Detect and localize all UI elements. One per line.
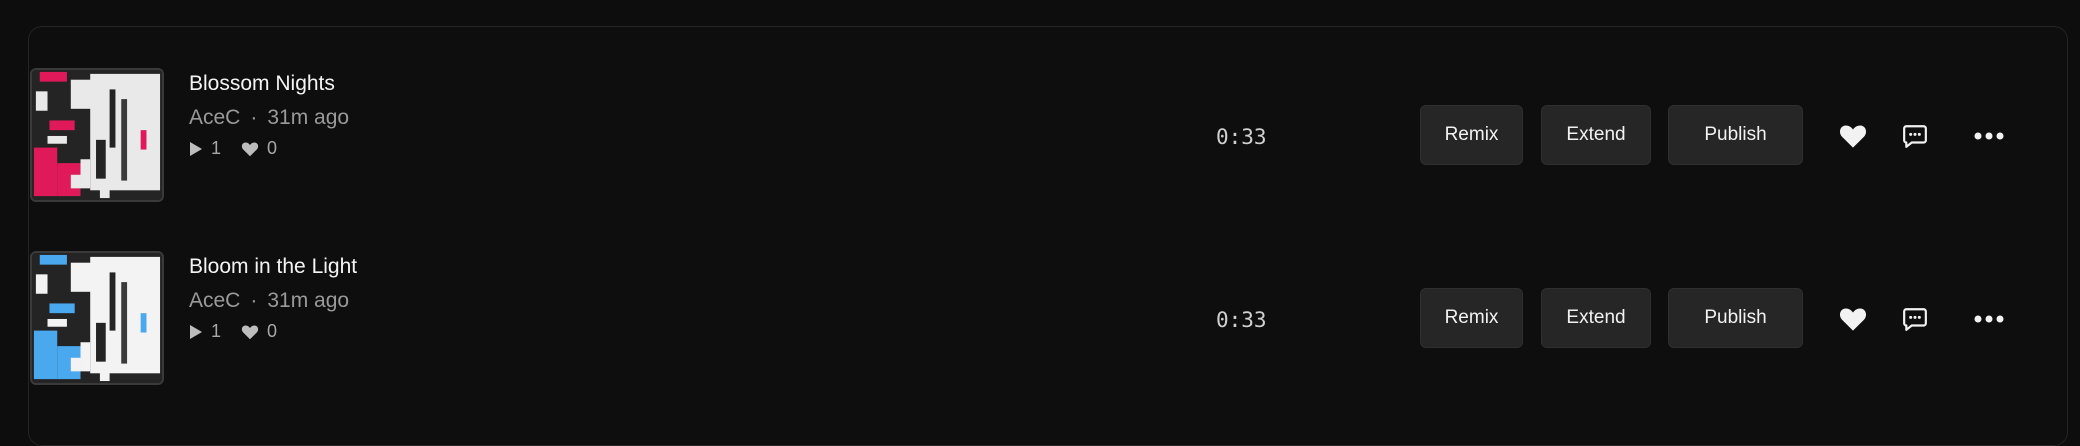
track-cover-image[interactable] [30,68,164,202]
remix-button[interactable]: Remix [1420,288,1523,348]
track-row[interactable]: Bloom in the Light AceC · 31m ago 1 0 0:33… [0,251,2080,391]
artist-name[interactable]: AceC [189,289,240,312]
play-count: 1 [211,138,222,158]
track-meta: AceC · 31m ago [189,106,349,130]
like-button[interactable] [1835,118,1871,154]
meta-separator: · [250,106,258,129]
heart-icon [241,324,259,340]
track-duration: 0:33 [1216,125,1267,149]
track-stats: 1 0 [189,321,297,342]
time-ago: 31m ago [267,289,350,312]
publish-button[interactable]: Publish [1668,288,1803,348]
comment-button[interactable] [1897,301,1933,337]
track-duration: 0:33 [1216,308,1267,332]
heart-icon [1839,308,1867,331]
meta-separator: · [250,289,258,312]
comment-icon [1903,308,1927,331]
track-title[interactable]: Bloom in the Light [189,255,357,279]
publish-button[interactable]: Publish [1668,105,1803,165]
play-icon [189,141,203,157]
heart-icon [1839,125,1867,148]
remix-button[interactable]: Remix [1420,105,1523,165]
artist-name[interactable]: AceC [189,106,240,129]
heart-icon [241,141,259,157]
extend-button[interactable]: Extend [1541,105,1651,165]
time-ago: 31m ago [267,106,350,129]
comment-icon [1903,125,1927,148]
extend-button[interactable]: Extend [1541,288,1651,348]
play-count: 1 [211,321,222,341]
like-count: 0 [267,321,278,341]
more-options-button[interactable] [1971,301,2007,337]
track-title[interactable]: Blossom Nights [189,72,335,96]
more-options-button[interactable] [1971,118,2007,154]
track-cover-image[interactable] [30,251,164,385]
track-stats: 1 0 [189,138,297,159]
like-count: 0 [267,138,278,158]
track-meta: AceC · 31m ago [189,289,349,313]
like-button[interactable] [1835,301,1871,337]
cover-art-pattern [32,70,162,200]
track-row[interactable]: Blossom Nights AceC · 31m ago 1 0 0:33 Rem… [0,68,2080,208]
play-icon [189,324,203,340]
more-icon [1974,315,2004,323]
comment-button[interactable] [1897,118,1933,154]
more-icon [1974,132,2004,140]
cover-art-pattern [32,253,162,383]
